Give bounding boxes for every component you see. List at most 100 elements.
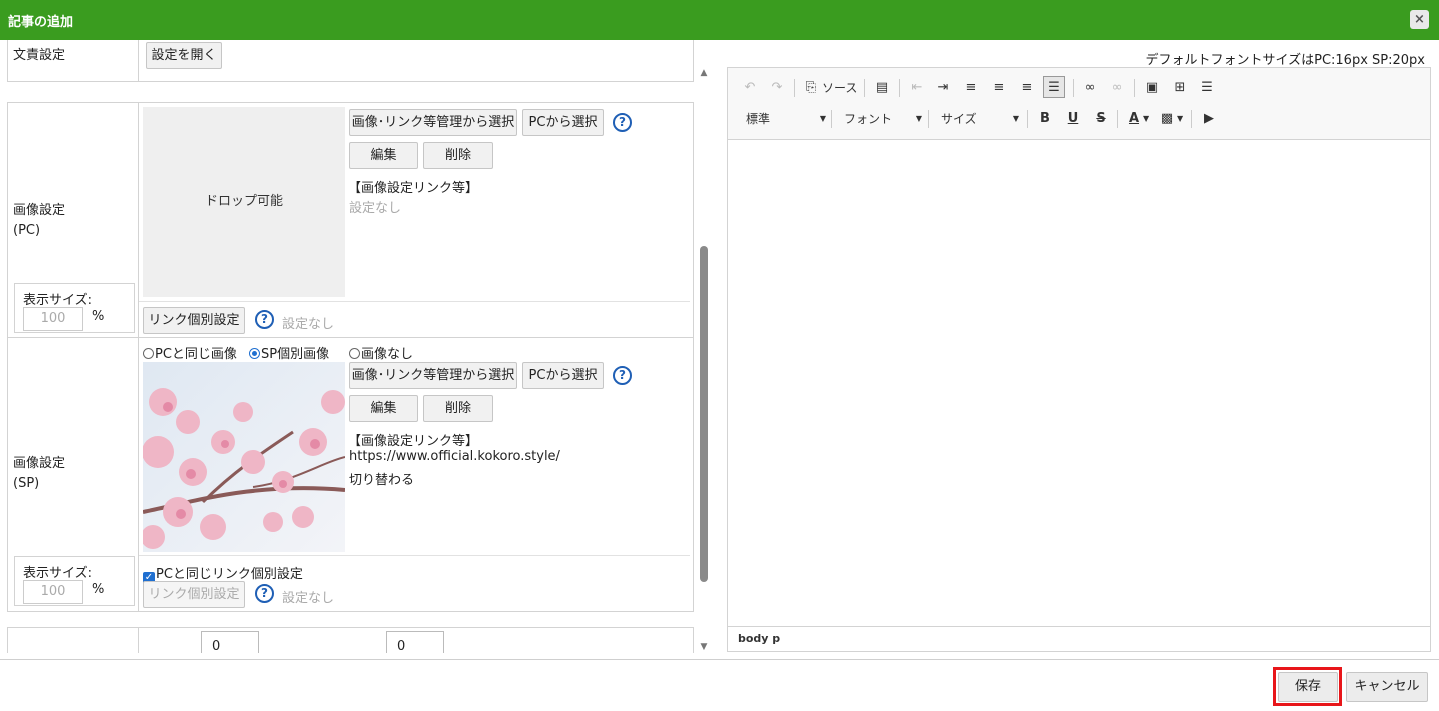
chevron-down-icon: ▼ [819, 114, 826, 123]
cancel-button[interactable]: キャンセル [1346, 672, 1428, 702]
row-label-cell: 画像設定 (SP) 表示サイズ: 100 % [8, 338, 139, 611]
select-from-manager-button-sp[interactable]: 画像･リンク等管理から選択 [349, 362, 517, 389]
percent-unit: % [92, 582, 105, 597]
form-panel: 文責設定 設定を開く 画像設定 (PC) 表示サイズ: 100 % ドロップ可能… [0, 40, 715, 653]
link-individual-button-pc[interactable]: リンク個別設定 [143, 307, 245, 334]
toolbar-separator [1027, 110, 1028, 128]
dialog-titlebar: 記事の追加 × [0, 0, 1439, 40]
row-label-cell [8, 628, 139, 653]
horizontal-rule-icon[interactable]: ☰ [1196, 77, 1218, 99]
row-image-pc: 画像設定 (PC) 表示サイズ: 100 % ドロップ可能 画像･リンク等管理か… [7, 102, 694, 338]
image-pc-label-line2: (PC) [13, 223, 41, 238]
display-size-input-pc[interactable]: 100 [23, 307, 83, 331]
strikethrough-icon[interactable]: S [1090, 108, 1112, 130]
toolbar-separator [831, 110, 832, 128]
edit-button-pc[interactable]: 編集 [349, 142, 418, 169]
link-individual-status-pc: 設定なし [282, 317, 335, 332]
toolbar-separator [864, 79, 865, 97]
toolbar-separator [1117, 110, 1118, 128]
link-icon[interactable]: ∞ [1079, 77, 1101, 99]
scroll-thumb[interactable] [700, 246, 708, 582]
scroll-up-icon[interactable]: ▲ [697, 68, 711, 78]
delete-button-sp[interactable]: 削除 [423, 395, 493, 422]
radio-off-icon [143, 348, 154, 359]
display-size-label: 表示サイズ: [23, 293, 92, 308]
editor-content-area[interactable] [728, 140, 1430, 627]
row-label-cell: 画像設定 (PC) 表示サイズ: 100 % [8, 103, 139, 337]
scroll-down-icon[interactable]: ▼ [697, 642, 711, 652]
select-from-manager-button-pc[interactable]: 画像･リンク等管理から選択 [349, 109, 517, 136]
footer-divider [0, 659, 1439, 660]
chevron-down-icon[interactable]: ▼ [1143, 108, 1149, 130]
paste-icon[interactable]: ▤ [871, 77, 893, 99]
toolbar-separator [1134, 79, 1135, 97]
select-from-pc-button-pc[interactable]: PCから選択 [522, 109, 604, 136]
format-dropdown[interactable]: 標準 ▼ [746, 108, 826, 130]
toolbar-separator [1191, 110, 1192, 128]
delete-button-pc[interactable]: 削除 [423, 142, 493, 169]
display-size-label: 表示サイズ: [23, 566, 92, 581]
background-color-icon[interactable]: ▩ [1156, 108, 1178, 130]
image-icon[interactable]: ▣ [1141, 77, 1163, 99]
link-heading-pc: 【画像設定リンク等】 [348, 181, 479, 196]
chevron-down-icon: ▼ [915, 114, 922, 123]
source-button[interactable]: ソース [822, 77, 857, 99]
save-button[interactable]: 保存 [1278, 672, 1338, 702]
align-center-icon[interactable]: ≡ [988, 77, 1010, 99]
table-icon[interactable]: ⊞ [1169, 77, 1191, 99]
bold-icon[interactable]: B [1034, 108, 1056, 130]
edit-button-sp[interactable]: 編集 [349, 395, 418, 422]
align-left-icon[interactable]: ≡ [960, 77, 982, 99]
select-from-pc-button-sp[interactable]: PCから選択 [522, 362, 604, 389]
toolbar-separator [1073, 79, 1074, 97]
editor-toolbar: ↶ ↷ ⎘ ソース ▤ ⇤ ⇥ ≡ ≡ ≡ ☰ ∞ ∞ ▣ ⊞ ☰ 標準 ▼ フォ… [728, 68, 1430, 140]
link-behavior-sp: 切り替わる [349, 473, 415, 488]
chevron-down-icon: ▼ [1012, 114, 1019, 123]
link-heading-sp: 【画像設定リンク等】 [348, 434, 479, 449]
outdent-icon[interactable]: ⇤ [906, 77, 928, 99]
row-bottom: 0 0 [7, 627, 694, 653]
help-icon[interactable]: ? [255, 310, 274, 329]
divider [139, 301, 690, 302]
percent-unit: % [92, 309, 105, 324]
text-color-icon[interactable]: A [1123, 108, 1145, 130]
link-value-pc: 設定なし [349, 201, 402, 216]
form-scrollbar[interactable]: ▲ ▼ [697, 62, 711, 654]
link-individual-button-sp[interactable]: リンク個別設定 [143, 581, 245, 608]
close-icon[interactable]: × [1410, 10, 1429, 29]
align-right-icon[interactable]: ≡ [1016, 77, 1038, 99]
help-icon[interactable]: ? [255, 584, 274, 603]
toolbar-separator [928, 110, 929, 128]
display-size-input-sp[interactable]: 100 [23, 580, 83, 604]
youtube-icon[interactable]: ▶ [1198, 108, 1220, 130]
toolbar-separator [899, 79, 900, 97]
cherry-blossom-image[interactable] [143, 362, 345, 552]
display-size-box-sp: 表示サイズ: 100 % [14, 556, 135, 606]
help-icon[interactable]: ? [613, 366, 632, 385]
underline-icon[interactable]: U [1062, 108, 1084, 130]
value-input-1[interactable]: 0 [201, 631, 259, 653]
font-dropdown[interactable]: フォント ▼ [844, 108, 922, 130]
toolbar-separator [794, 79, 795, 97]
unlink-icon[interactable]: ∞ [1106, 77, 1128, 99]
source-icon[interactable]: ⎘ [800, 77, 822, 99]
redo-icon[interactable]: ↷ [766, 77, 788, 99]
link-individual-status-sp: 設定なし [282, 591, 335, 606]
radio-off-icon [349, 348, 360, 359]
radio-no-image[interactable]: 画像なし [349, 343, 413, 362]
indent-icon[interactable]: ⇥ [932, 77, 954, 99]
radio-sp-individual[interactable]: SP個別画像 [249, 343, 329, 362]
radio-same-as-pc[interactable]: PCと同じ画像 [143, 343, 237, 362]
rich-text-editor: ↶ ↷ ⎘ ソース ▤ ⇤ ⇥ ≡ ≡ ≡ ☰ ∞ ∞ ▣ ⊞ ☰ 標準 ▼ フォ… [727, 67, 1431, 652]
image-sp-label-line2: (SP) [13, 476, 40, 491]
size-dropdown[interactable]: サイズ ▼ [941, 108, 1019, 130]
align-justify-icon[interactable]: ☰ [1043, 76, 1065, 98]
value-input-2[interactable]: 0 [386, 631, 444, 653]
open-settings-button[interactable]: 設定を開く [146, 42, 222, 69]
link-url-sp: https://www.official.kokoro.style/ [349, 449, 560, 464]
help-icon[interactable]: ? [613, 113, 632, 132]
author-setting-label: 文責設定 [13, 48, 66, 63]
chevron-down-icon[interactable]: ▼ [1177, 108, 1183, 130]
image-dropzone-pc[interactable]: ドロップ可能 [143, 107, 345, 297]
undo-icon[interactable]: ↶ [739, 77, 761, 99]
